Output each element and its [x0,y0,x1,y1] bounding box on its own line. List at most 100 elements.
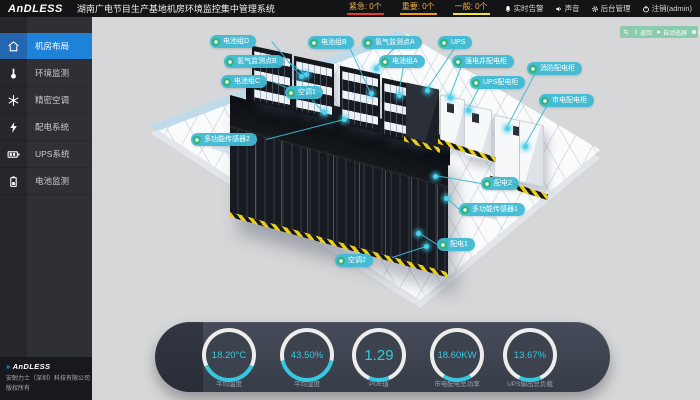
ups-cabinet [406,82,439,143]
header-button-sound[interactable]: 声音 [555,3,580,14]
callout-label: 电池组D [223,35,249,48]
sidebar-item-battery-monitor[interactable]: 电池监测 [0,168,92,195]
gauge-value: 43.50% [291,350,323,361]
status-dot-icon [287,89,295,97]
status-dot-icon [193,136,201,144]
alarm-counter-0[interactable]: 紧急: 0个 [347,2,384,15]
header-button-realtime-alarm[interactable]: 实时告警 [504,3,544,14]
callout-pill-mains-power-cabinet[interactable]: 市电配电柜 [539,94,594,107]
gauge-avg-temperature: 18.20°C [202,328,256,382]
sidebar-item-power-system[interactable]: 配电系统 [0,114,92,141]
page-title: 湖南广电节目生产基地机房环境监控集中管理系统 [77,2,275,15]
callout-pill-battery-group-a[interactable]: 电池组A [379,55,425,68]
toolbar-item-1[interactable]: 返回 [633,28,652,37]
callout-label: 电池组C [234,75,260,88]
gauge-pue-value: 1.29 [352,328,406,382]
zoom-icon [623,29,629,35]
toolbar-item-label: 返回 [640,28,652,37]
gauge-face: 1.29 [356,332,402,378]
stop-icon [691,29,697,35]
alarm-counter-1[interactable]: 重要: 0个 [400,2,437,15]
callout-label: 消防配电柜 [540,62,575,75]
callout-pill-ups-power-cabinet[interactable]: UPS配电柜 [470,76,525,89]
toolbar-item-2[interactable]: 自动巡屏 [656,28,687,37]
status-dot-icon [439,241,447,249]
battery-icon [0,141,27,168]
battery-vertical-icon [7,175,20,188]
header-button-admin-console[interactable]: 后台管理 [591,3,631,14]
callout-pill-shaft-power-cabinet[interactable]: 强电井配电柜 [452,55,514,68]
header-buttons: 实时告警声音后台管理 注销(admin) [504,3,692,14]
status-dot-icon [472,79,480,87]
gauge-label: UPS输出总负载 [470,378,590,388]
callout-pill-ac-unit-2[interactable]: 空调2 [335,254,373,267]
status-dot-icon [440,39,448,47]
toolbar-item-zoom[interactable] [623,29,629,35]
callout-pill-h2-sensor-b[interactable]: 氢气监测点B [224,55,284,68]
status-dot-icon [461,206,469,214]
gauge-value: 18.20°C [212,350,246,361]
bolt-icon [7,121,20,134]
status-dot-icon [529,65,537,73]
callout-pill-h2-sensor-a[interactable]: 氢气监测点A [362,36,422,49]
callout-pill-multi-sensor-2[interactable]: 多功能传感器2 [191,133,257,146]
status-dot-icon [454,58,462,66]
gauge-ups-output-load: 13.67% [503,328,557,382]
callout-label: 多功能传感器2 [204,133,250,146]
sidebar-footer: »AnDLESS 安耐力士（深圳）科技有限公司 版权所有 [0,357,92,400]
gauge-value: 1.29 [364,347,393,364]
gear-icon [591,5,599,13]
status-dot-icon [541,97,549,105]
callout-label: 氢气监测点B [237,55,277,68]
status-dot-icon [483,180,491,188]
thermometer-icon [0,60,27,87]
callout-pill-battery-group-b[interactable]: 电池组B [308,36,354,49]
gauge-value: 18.60KW [437,350,476,361]
callout-pill-multi-sensor-1[interactable]: 多功能传感器1 [459,203,525,216]
speaker-icon [555,5,563,13]
callout-pill-ups-unit[interactable]: UPS [438,36,472,49]
status-dot-icon [226,58,234,66]
header-button-label: 注销(admin) [652,3,692,14]
sidebar-item-label: 配电系统 [27,114,92,141]
callout-pill-battery-group-c[interactable]: 电池组C [221,75,267,88]
battery-vertical-icon [0,168,27,195]
bell-icon [504,5,512,13]
gauge-value: 13.67% [514,350,546,361]
snowflake-icon [7,94,20,107]
alarm-counter-2[interactable]: 一般: 0个 [453,2,490,15]
callout-label: 配电2 [494,177,512,190]
thermometer-icon [7,67,20,80]
chevrons-icon: » [6,362,11,371]
sidebar-item-precision-ac[interactable]: 精密空调 [0,87,92,114]
status-dot-icon [212,38,220,46]
sidebar-item-room-layout[interactable]: 机房布局 [0,33,92,60]
callout-pill-power-dist-2[interactable]: 配电2 [481,177,519,190]
footer-logo: »AnDLESS [6,362,86,371]
gauge-face: 13.67% [507,332,553,378]
status-dot-icon [310,39,318,47]
home-icon [7,40,20,53]
gauge-mains-total-power: 18.60KW [430,328,484,382]
home-icon [0,33,27,60]
callout-pill-power-dist-1[interactable]: 配电1 [437,238,475,251]
sidebar-item-ups-system[interactable]: UPS系统 [0,141,92,168]
snowflake-icon [0,87,27,114]
callout-pill-battery-group-d[interactable]: 电池组D [210,35,256,48]
gauge-face: 18.20°C [206,332,252,378]
callout-label: 多功能传感器1 [472,203,518,216]
status-dot-icon [364,39,372,47]
callout-pill-fire-power-cabinet[interactable]: 消防配电柜 [527,62,582,75]
alarm-counters: 紧急: 0个 重要: 0个 一般: 0个 [347,2,490,15]
gauge-avg-humidity: 43.50% [280,328,334,382]
callout-label: 市电配电柜 [552,94,587,107]
sidebar-item-environment[interactable]: 环境监测 [0,60,92,87]
header-button-logout[interactable]: 注销(admin) [642,3,692,14]
toolbar-item-3[interactable]: 停止 [691,28,700,37]
brand-logo: AnDLESS [8,3,63,15]
company-name: 安耐力士（深圳）科技有限公司 [6,373,86,382]
status-dot-icon [337,257,345,265]
callout-pill-ac-unit-1[interactable]: 空调1 [285,86,323,99]
status-dot-icon [381,58,389,66]
copyright-text: 版权所有 [6,383,86,392]
